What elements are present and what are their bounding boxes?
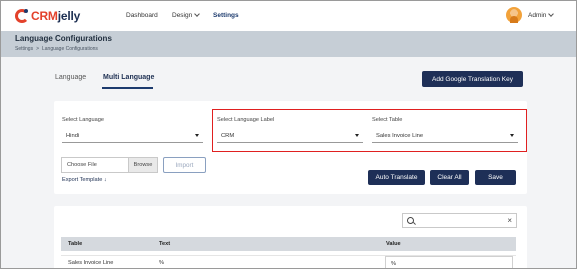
logo-icon [15,9,29,23]
save-button[interactable]: Save [475,170,516,185]
logo-text-crm: CRM [31,9,58,23]
close-icon[interactable]: × [507,216,512,225]
row-divider [61,255,516,256]
search-input[interactable]: × [402,213,517,228]
highlight-box [212,109,527,152]
column-header-table[interactable]: Table [68,241,82,247]
value-input[interactable]: % [385,256,513,268]
select-language-value: Hindi [66,132,80,139]
user-menu[interactable]: Admin [528,11,555,19]
nav-settings[interactable]: Settings [213,12,239,19]
auto-translate-button[interactable]: Auto Translate [368,170,425,185]
select-language-dropdown[interactable]: Hindi [62,129,203,143]
nav-design[interactable]: Design [172,11,201,19]
column-header-text[interactable]: Text [159,241,170,247]
browse-button[interactable]: Browse [128,158,157,172]
cell-value: % [391,261,396,267]
tab-language[interactable]: Language [55,74,86,81]
user-name: Admin [528,12,547,19]
table-header: Table Text Value [61,237,516,251]
cell-table: Sales Invoice Line [68,260,114,266]
chevron-down-icon [194,11,201,17]
caret-down-icon [195,134,199,137]
column-header-value[interactable]: Value [386,241,401,247]
active-tab-indicator [102,87,153,89]
select-language-label: Select Language [62,117,104,123]
logo[interactable]: CRMjelly [15,7,80,25]
search-icon [407,217,414,224]
nav-design-label: Design [172,12,193,19]
app-window: CRMjelly Dashboard Design Settings Admin… [0,0,577,269]
file-input-placeholder: Choose File [67,162,97,168]
breadcrumb: Settings > Language Configurations [15,46,98,52]
breadcrumb-separator: > [36,46,39,52]
export-template-link[interactable]: Export Template ↓ [62,177,107,183]
breadcrumb-current: Language Configurations [42,46,98,52]
cell-text: % [159,260,164,266]
chevron-down-icon [548,11,555,17]
file-input[interactable]: Choose File Browse [61,157,158,173]
page-header: Language Configurations Settings > Languag… [1,31,576,57]
top-nav: CRMjelly Dashboard Design Settings Admin [1,1,576,31]
page-title: Language Configurations [15,34,112,43]
breadcrumb-settings[interactable]: Settings [15,46,33,52]
import-button[interactable]: Import [163,157,206,173]
clear-all-button[interactable]: Clear All [430,170,469,185]
add-google-translation-key-button[interactable]: Add Google Translation Key [422,71,523,87]
nav-dashboard[interactable]: Dashboard [126,12,158,19]
tab-multi-language[interactable]: Multi Language [103,74,154,81]
avatar[interactable] [506,7,522,23]
logo-text-jelly: jelly [57,9,81,23]
